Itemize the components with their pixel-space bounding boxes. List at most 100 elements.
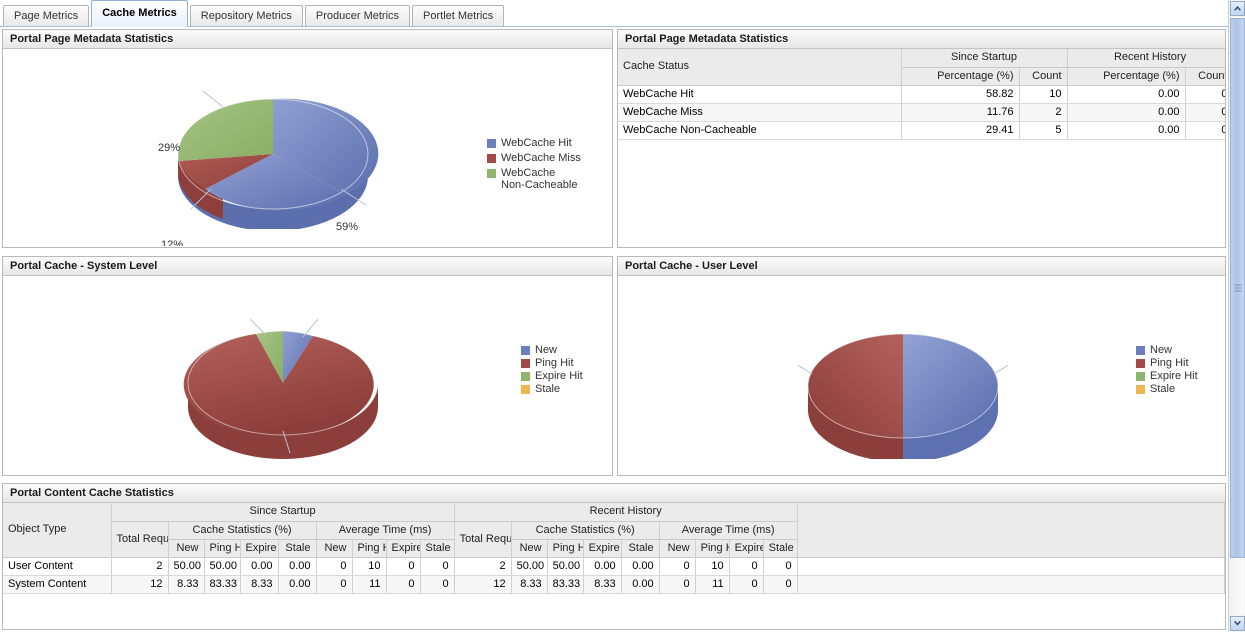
cell-filler: [797, 575, 1225, 594]
col-header-recent-ms-stale[interactable]: Stale: [763, 539, 798, 558]
col-header-startup-pct-expire-hit[interactable]: Expire Hit: [240, 539, 279, 558]
legend-swatch-icon: [521, 385, 530, 394]
cell-r-ping-ms: 11: [695, 575, 730, 594]
cell-startup-pct: 58.82: [901, 85, 1020, 104]
scroll-up-arrow-icon[interactable]: [1230, 1, 1245, 16]
col-header-startup-total-requests[interactable]: Total Requests: [111, 521, 169, 558]
col-header-startup-ms-new[interactable]: New: [316, 539, 353, 558]
col-header-object-type[interactable]: Object Type: [3, 503, 112, 558]
col-filler: [797, 503, 1225, 558]
col-header-recent-pct-stale[interactable]: Stale: [621, 539, 660, 558]
legend-item-new[interactable]: New: [1136, 344, 1198, 356]
tab-page-metrics[interactable]: Page Metrics: [3, 5, 90, 26]
panel-title: Portal Cache - User Level: [618, 257, 1225, 276]
legend-item-stale[interactable]: Stale: [521, 383, 583, 395]
metrics-tab-strip: Page Metrics Cache Metrics Repository Me…: [0, 0, 1238, 27]
col-header-startup-count[interactable]: Count: [1019, 67, 1068, 86]
cell-r-expire-pct: 0.00: [583, 557, 622, 576]
cell-recent-count: 0: [1185, 121, 1225, 140]
legend-item-expire-hit[interactable]: Expire Hit: [1136, 370, 1198, 382]
cell-s-stale-pct: 0.00: [278, 557, 317, 576]
cell-filler: [797, 557, 1225, 576]
tab-repository-metrics[interactable]: Repository Metrics: [189, 5, 303, 26]
panel-portal-cache-system-level: Portal Cache - System Level New Ping Hit…: [2, 256, 613, 476]
cell-r-expire-ms: 0: [729, 575, 764, 594]
cell-s-ping-pct: 50.00: [204, 557, 241, 576]
cell-s-expire-pct: 8.33: [240, 575, 279, 594]
col-header-startup-pct-new[interactable]: New: [168, 539, 205, 558]
table-row[interactable]: User Content 2 50.00 50.00 0.00 0.00 0 1…: [3, 557, 1225, 576]
cell-object-type: System Content: [3, 575, 112, 594]
cell-s-stale-ms: 0: [420, 575, 455, 594]
table-row[interactable]: WebCache Miss 11.76 2 0.00 0: [618, 103, 1225, 122]
cell-r-expire-ms: 0: [729, 557, 764, 576]
table-row[interactable]: WebCache Hit 58.82 10 0.00 0: [618, 85, 1225, 104]
page-vertical-scrollbar[interactable]: [1228, 0, 1245, 632]
scroll-thumb[interactable]: [1230, 18, 1245, 558]
cell-startup-pct: 29.41: [901, 121, 1020, 140]
legend-item-webcache-non-cacheable[interactable]: WebCache Non-Cacheable: [487, 167, 581, 191]
col-header-recent-count[interactable]: Count: [1185, 67, 1225, 86]
legend-swatch-icon: [487, 139, 496, 148]
table-row[interactable]: System Content 12 8.33 83.33 8.33 0.00 0…: [3, 575, 1225, 594]
cell-r-stale-ms: 0: [763, 557, 798, 576]
col-header-cache-status[interactable]: Cache Status: [618, 49, 902, 86]
user-cache-pie-chart: 50% 50% New Ping Hit Expire Hit: [618, 276, 1225, 474]
legend-swatch-icon: [1136, 346, 1145, 355]
scroll-down-arrow-icon[interactable]: [1230, 616, 1245, 631]
col-header-recent-ms-expire-hit[interactable]: Expire Hit: [729, 539, 764, 558]
cell-s-expire-ms: 0: [386, 575, 421, 594]
panel-body: 59% 12% 29% WebCache Hit WebCache Miss W…: [3, 49, 612, 246]
col-header-startup-ms-ping-hit[interactable]: Ping Hit: [352, 539, 387, 558]
legend-label: Expire Hit: [535, 370, 583, 382]
col-group-recent-history: Recent History: [1067, 49, 1225, 68]
col-header-startup-pct-stale[interactable]: Stale: [278, 539, 317, 558]
legend-swatch-icon: [521, 359, 530, 368]
col-header-recent-total-requests[interactable]: Total Requests: [454, 521, 512, 558]
cell-r-new-pct: 50.00: [511, 557, 548, 576]
cell-object-type: User Content: [3, 557, 112, 576]
legend-item-webcache-miss[interactable]: WebCache Miss: [487, 152, 581, 164]
legend-item-ping-hit[interactable]: Ping Hit: [521, 357, 583, 369]
metadata-pie-chart: 59% 12% 29% WebCache Hit WebCache Miss W…: [3, 49, 612, 246]
panel-title: Portal Content Cache Statistics: [3, 484, 1225, 503]
cell-r-stale-pct: 0.00: [621, 557, 660, 576]
legend-item-expire-hit[interactable]: Expire Hit: [521, 370, 583, 382]
col-header-recent-ms-ping-hit[interactable]: Ping Hit: [695, 539, 730, 558]
cell-r-expire-pct: 8.33: [583, 575, 622, 594]
cell-s-new-pct: 8.33: [168, 575, 205, 594]
table-row[interactable]: WebCache Non-Cacheable 29.41 5 0.00 0: [618, 121, 1225, 140]
cell-r-new-pct: 8.33: [511, 575, 548, 594]
cell-r-stale-ms: 0: [763, 575, 798, 594]
legend-item-stale[interactable]: Stale: [1136, 383, 1198, 395]
cell-s-new-ms: 0: [316, 575, 353, 594]
col-header-startup-ms-stale[interactable]: Stale: [420, 539, 455, 558]
col-header-recent-pct-new[interactable]: New: [511, 539, 548, 558]
col-header-recent-pct-ping-hit[interactable]: Ping Hit: [547, 539, 584, 558]
col-header-recent-ms-new[interactable]: New: [659, 539, 696, 558]
cell-r-ping-ms: 10: [695, 557, 730, 576]
cell-r-ping-pct: 83.33: [547, 575, 584, 594]
tab-cache-metrics[interactable]: Cache Metrics: [91, 0, 188, 27]
col-header-recent-pct-expire-hit[interactable]: Expire Hit: [583, 539, 622, 558]
col-header-startup-pct-ping-hit[interactable]: Ping Hit: [204, 539, 241, 558]
cell-s-stale-pct: 0.00: [278, 575, 317, 594]
tab-portlet-metrics[interactable]: Portlet Metrics: [412, 5, 505, 26]
system-cache-pie-legend: New Ping Hit Expire Hit Stale: [521, 344, 583, 396]
col-header-startup-ms-expire-hit[interactable]: Expire Hit: [386, 539, 421, 558]
cell-recent-count: 0: [1185, 85, 1225, 104]
cell-cache-status: WebCache Non-Cacheable: [618, 121, 902, 140]
col-header-startup-percentage[interactable]: Percentage (%): [901, 67, 1020, 86]
legend-item-new[interactable]: New: [521, 344, 583, 356]
legend-swatch-icon: [1136, 359, 1145, 368]
cell-startup-count: 10: [1019, 85, 1068, 104]
legend-swatch-icon: [521, 372, 530, 381]
legend-swatch-icon: [521, 346, 530, 355]
legend-item-webcache-hit[interactable]: WebCache Hit: [487, 137, 581, 149]
col-group-since-startup: Since Startup: [901, 49, 1068, 68]
col-header-recent-percentage[interactable]: Percentage (%): [1067, 67, 1186, 86]
legend-label: New: [1150, 344, 1173, 356]
legend-label: WebCache Hit: [501, 137, 572, 149]
legend-item-ping-hit[interactable]: Ping Hit: [1136, 357, 1198, 369]
tab-producer-metrics[interactable]: Producer Metrics: [304, 5, 411, 26]
